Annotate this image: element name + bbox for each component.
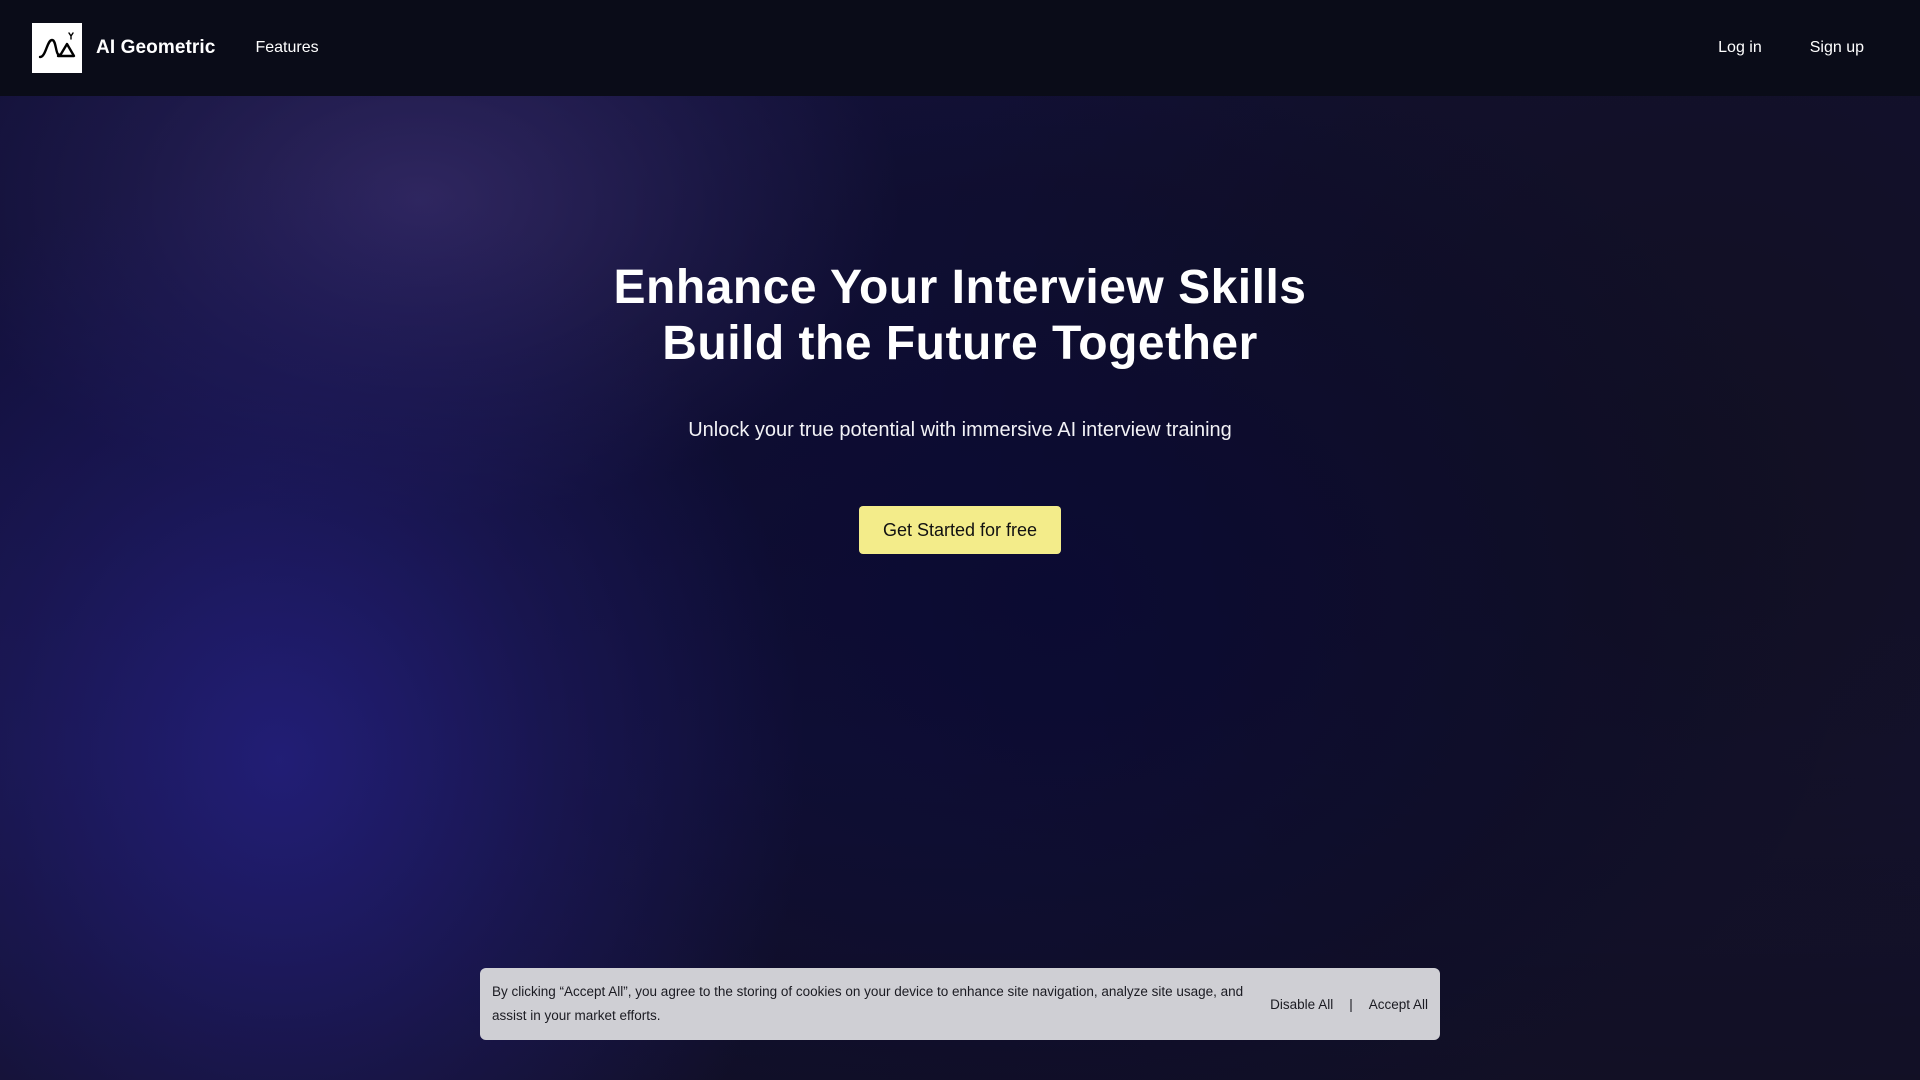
- hero-title-line-2: Build the Future Together: [662, 317, 1258, 370]
- signup-link[interactable]: Sign up: [1810, 39, 1864, 57]
- login-link[interactable]: Log in: [1718, 39, 1762, 57]
- cookie-actions: Disable All | Accept All: [1270, 997, 1428, 1012]
- get-started-button[interactable]: Get Started for free: [858, 506, 1062, 554]
- cookie-consent-text: By clicking “Accept All”, you agree to t…: [492, 984, 1244, 1023]
- cookie-consent-banner: By clicking “Accept All”, you agree to t…: [480, 968, 1440, 1040]
- hero-title-line-1: Enhance Your Interview Skills: [613, 261, 1307, 314]
- brand-name[interactable]: AI Geometric: [96, 37, 215, 59]
- ai-geometric-logo-icon[interactable]: [32, 23, 82, 73]
- top-navbar: AI Geometric Features Log in Sign up: [0, 0, 1920, 96]
- auth-links: Log in Sign up: [1718, 39, 1888, 57]
- cookie-actions-separator: |: [1349, 996, 1353, 1012]
- logo-mark-icon: [38, 32, 76, 59]
- hero-title: Enhance Your Interview Skills Build the …: [0, 260, 1920, 372]
- accept-all-button[interactable]: Accept All: [1369, 997, 1428, 1012]
- disable-all-button[interactable]: Disable All: [1270, 997, 1333, 1012]
- hero-subtitle: Unlock your true potential with immersiv…: [688, 419, 1232, 441]
- hero-section: Enhance Your Interview Skills Build the …: [0, 96, 1920, 554]
- nav-link-features[interactable]: Features: [255, 39, 318, 57]
